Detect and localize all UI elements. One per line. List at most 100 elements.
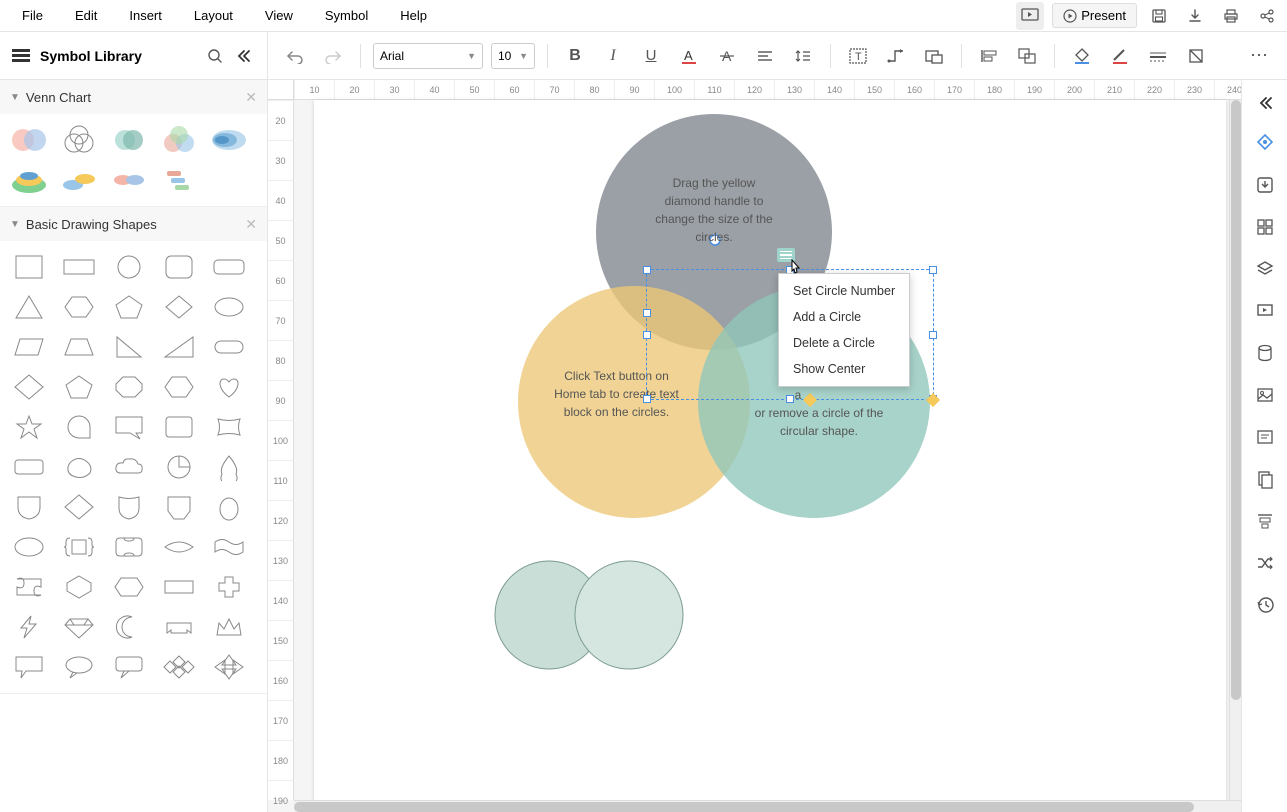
history-panel-icon[interactable] xyxy=(1248,588,1282,622)
shape-action-button[interactable] xyxy=(777,248,795,262)
redo-button[interactable] xyxy=(318,41,348,71)
align-button[interactable] xyxy=(750,41,780,71)
eyedropper-button[interactable] xyxy=(1181,41,1211,71)
shape-hexagon2[interactable] xyxy=(156,369,202,405)
bold-button[interactable]: B xyxy=(560,41,590,71)
group-button[interactable] xyxy=(1012,41,1042,71)
font-select[interactable]: Arial ▼ xyxy=(373,43,483,69)
menu-edit[interactable]: Edit xyxy=(59,2,113,29)
shape-banner[interactable] xyxy=(156,609,202,645)
shape-hex4[interactable] xyxy=(106,569,152,605)
connector-button[interactable] xyxy=(881,41,911,71)
shape-egg[interactable] xyxy=(206,489,252,525)
comment-panel-icon[interactable] xyxy=(1248,420,1282,454)
canvas-page[interactable]: Drag the yellow diamond handle to change… xyxy=(314,100,1226,812)
shape-star[interactable] xyxy=(6,409,52,445)
shape-pentagon[interactable] xyxy=(106,289,152,325)
fill-color-button[interactable] xyxy=(1067,41,1097,71)
shape-right-triangle2[interactable] xyxy=(156,329,202,365)
shape-pillow[interactable] xyxy=(206,409,252,445)
shape-rounded-rect[interactable] xyxy=(206,249,252,285)
shape-speech-rect[interactable] xyxy=(6,649,52,685)
ctx-delete-circle[interactable]: Delete a Circle xyxy=(779,330,909,356)
shape-octagon[interactable] xyxy=(106,369,152,405)
horizontal-scrollbar[interactable] xyxy=(294,800,1241,812)
shape-square[interactable] xyxy=(6,249,52,285)
shape-4tri[interactable] xyxy=(206,649,252,685)
shape-rounded-rect2[interactable] xyxy=(156,409,202,445)
shape-diamond3[interactable] xyxy=(56,489,102,525)
shuffle-panel-icon[interactable] xyxy=(1248,546,1282,580)
ctx-set-circle-number[interactable]: Set Circle Number xyxy=(779,278,909,304)
menu-help[interactable]: Help xyxy=(384,2,443,29)
shape-speech-rect2[interactable] xyxy=(106,649,152,685)
database-panel-icon[interactable] xyxy=(1248,336,1282,370)
venn-thumb-9[interactable] xyxy=(156,162,202,198)
expand-right-panel-icon[interactable] xyxy=(1250,88,1280,118)
shape-rounded-square[interactable] xyxy=(156,249,202,285)
close-category-icon[interactable]: ✕ xyxy=(245,216,257,233)
shape-plus[interactable] xyxy=(206,569,252,605)
shape-plaque[interactable] xyxy=(106,529,152,565)
shape-heart[interactable] xyxy=(206,369,252,405)
clipboard-panel-icon[interactable] xyxy=(1248,462,1282,496)
present-panel-icon[interactable] xyxy=(1248,294,1282,328)
shape-circle[interactable] xyxy=(106,249,152,285)
shape-moon[interactable] xyxy=(106,609,152,645)
venn-thumb-1[interactable] xyxy=(6,122,52,158)
present-button[interactable]: Present xyxy=(1052,3,1137,28)
shape-cloud[interactable] xyxy=(106,449,152,485)
shape-speech-round[interactable] xyxy=(56,649,102,685)
undo-button[interactable] xyxy=(280,41,310,71)
venn-thumb-3[interactable] xyxy=(106,122,152,158)
shape-hexagon[interactable] xyxy=(56,289,102,325)
shape-blob2[interactable] xyxy=(6,529,52,565)
style-panel-icon[interactable] xyxy=(1248,126,1282,160)
shape-triangle[interactable] xyxy=(6,289,52,325)
shape-lightning[interactable] xyxy=(6,609,52,645)
menu-view[interactable]: View xyxy=(249,2,309,29)
line-color-button[interactable] xyxy=(1105,41,1135,71)
font-size-select[interactable]: 10 ▼ xyxy=(491,43,535,69)
shape-insert-button[interactable] xyxy=(919,41,949,71)
menu-symbol[interactable]: Symbol xyxy=(309,2,384,29)
shape-wave2[interactable] xyxy=(6,569,52,605)
shape-ellipse[interactable] xyxy=(206,289,252,325)
menu-file[interactable]: File xyxy=(6,2,59,29)
venn-thumb-8[interactable] xyxy=(106,162,152,198)
share-icon[interactable] xyxy=(1253,2,1281,30)
line-style-button[interactable] xyxy=(1143,41,1173,71)
font-color-button[interactable]: A xyxy=(674,41,704,71)
grid-panel-icon[interactable] xyxy=(1248,210,1282,244)
close-category-icon[interactable]: ✕ xyxy=(245,89,257,106)
shape-rounded-rect3[interactable] xyxy=(6,449,52,485)
save-icon[interactable] xyxy=(1145,2,1173,30)
image-panel-icon[interactable] xyxy=(1248,378,1282,412)
align-panel-icon[interactable] xyxy=(1248,504,1282,538)
italic-button[interactable]: I xyxy=(598,41,628,71)
shape-badge[interactable] xyxy=(156,489,202,525)
shape-lens[interactable] xyxy=(156,529,202,565)
shape-pie[interactable] xyxy=(156,449,202,485)
venn-thumb-2[interactable] xyxy=(56,122,102,158)
shape-trapezoid[interactable] xyxy=(56,329,102,365)
search-icon[interactable] xyxy=(203,44,227,68)
shape-bracket[interactable] xyxy=(56,529,102,565)
shape-callout[interactable] xyxy=(106,409,152,445)
layers-panel-icon[interactable] xyxy=(1248,252,1282,286)
scrollbar-thumb[interactable] xyxy=(294,802,1194,812)
download-icon[interactable] xyxy=(1181,2,1209,30)
shape-hex3[interactable] xyxy=(56,569,102,605)
venn-thumb-6[interactable] xyxy=(6,162,52,198)
shape-shield2[interactable] xyxy=(106,489,152,525)
venn-thumb-7[interactable] xyxy=(56,162,102,198)
category-header-shapes[interactable]: ▼ Basic Drawing Shapes ✕ xyxy=(0,207,267,241)
menu-layout[interactable]: Layout xyxy=(178,2,249,29)
slideshow-icon[interactable] xyxy=(1016,2,1044,30)
print-icon[interactable] xyxy=(1217,2,1245,30)
shape-crown[interactable] xyxy=(206,609,252,645)
category-header-venn[interactable]: ▼ Venn Chart ✕ xyxy=(0,80,267,114)
shape-gem[interactable] xyxy=(56,609,102,645)
vertical-scrollbar[interactable] xyxy=(1229,100,1241,800)
align-objects-button[interactable] xyxy=(974,41,1004,71)
